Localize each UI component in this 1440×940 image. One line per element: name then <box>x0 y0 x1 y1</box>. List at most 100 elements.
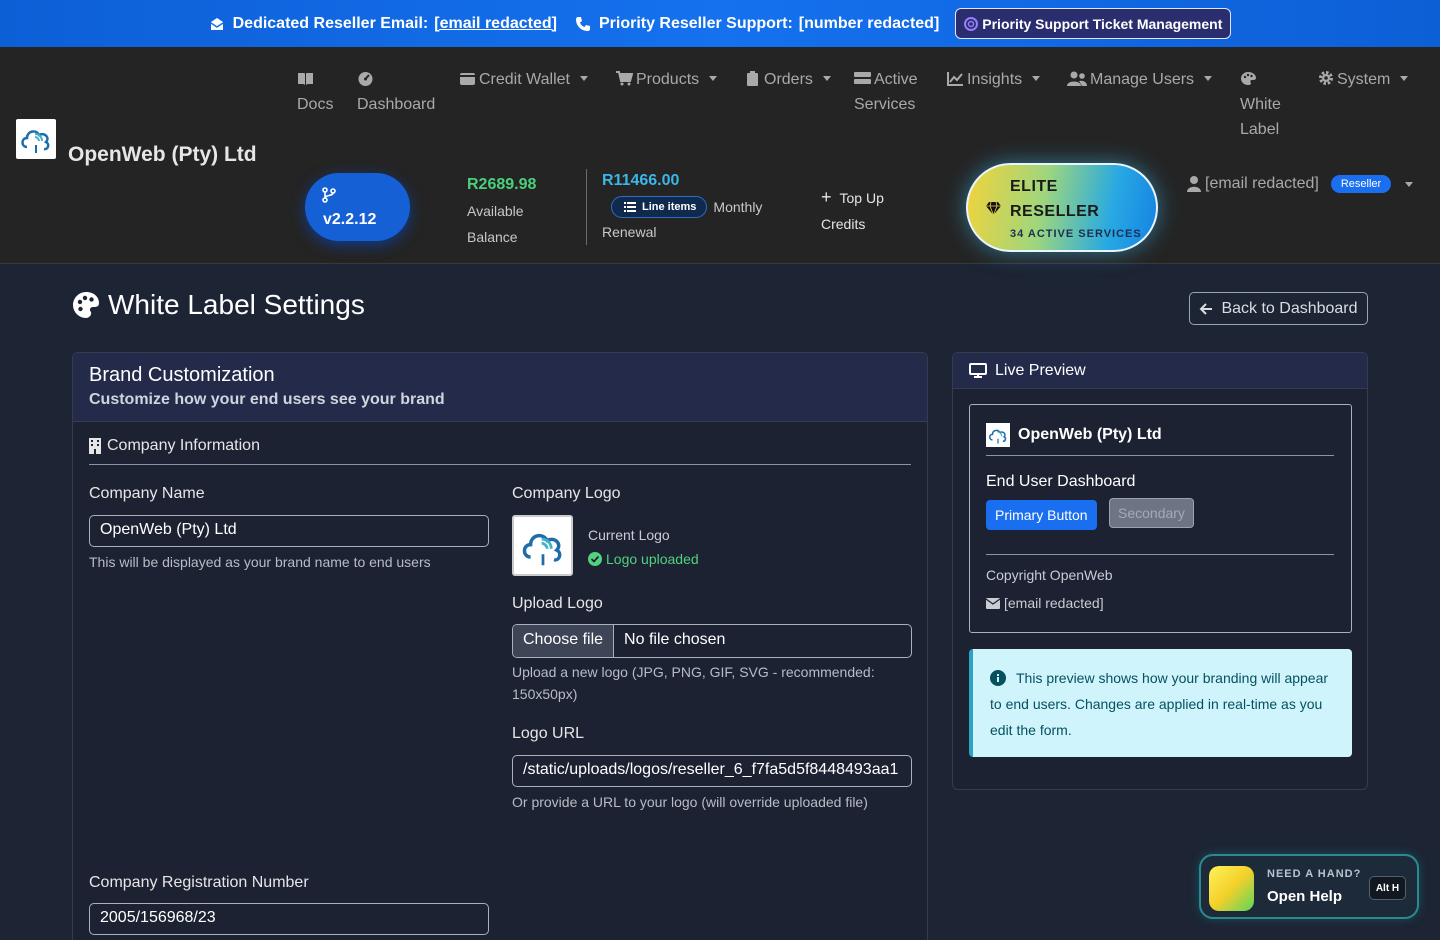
nav-active-services[interactable]: Active Services <box>854 67 918 117</box>
logo-url-input[interactable]: /static/uploads/logos/reseller_6_f7fa5d5… <box>512 755 912 787</box>
preview-divider <box>986 455 1334 456</box>
user-email: [email redacted] <box>1205 175 1319 192</box>
nav-dashboard[interactable]: Dashboard <box>357 67 435 117</box>
nav-orders[interactable]: Orders <box>744 67 831 92</box>
nav-orders-label: Orders <box>764 71 813 88</box>
main-navbar: OpenWeb (Pty) Ltd Docs Dashboard Credit … <box>0 47 1440 264</box>
section-divider <box>89 464 911 465</box>
nav-active-services-label-1: Active <box>874 71 918 88</box>
renewal-monthly: Monthly <box>713 199 763 215</box>
renewal-amount: R11466.00 <box>602 172 680 189</box>
preview-brand-name: OpenWeb (Pty) Ltd <box>1018 426 1162 443</box>
card-header: Brand Customization Customize how your e… <box>73 353 927 422</box>
book-icon <box>298 73 313 85</box>
preview-logo <box>986 423 1010 447</box>
list-icon <box>624 202 636 212</box>
phone-label: Priority Reseller Support: <box>598 14 793 32</box>
nav-products[interactable]: Products <box>616 67 718 92</box>
cloud-logo-icon <box>21 130 50 153</box>
version-pill[interactable]: v2.2.12 <box>305 173 410 241</box>
plus-icon: + <box>821 187 832 207</box>
balance-label-2: Balance <box>467 229 518 245</box>
brand-name: OpenWeb (Pty) Ltd <box>68 143 257 166</box>
phone-value: [number redacted] <box>798 14 940 32</box>
reseller-badge: Reseller <box>1330 175 1392 193</box>
line-items-label: Line items <box>642 201 697 213</box>
upload-help-line-2: 150x50px) <box>512 686 578 702</box>
email-link[interactable]: [email redacted] <box>434 15 557 33</box>
gem-icon <box>986 202 1001 215</box>
preview-info-alert: This preview shows how your branding wil… <box>969 649 1352 757</box>
divider <box>586 169 587 245</box>
preview-primary-button[interactable]: Primary Button <box>986 500 1097 530</box>
registration-number-label: Company Registration Number <box>89 874 309 891</box>
open-help-widget[interactable]: NEED A HAND? Open Help Alt H <box>1199 854 1419 919</box>
users-icon <box>1067 71 1087 86</box>
chevron-down-icon <box>579 76 588 81</box>
preview-email-text: [email redacted] <box>1004 595 1104 611</box>
palette-icon <box>1241 72 1256 85</box>
top-up-credits-button[interactable]: + Top Up Credits <box>821 184 884 237</box>
choose-file-button[interactable]: Choose file <box>513 625 615 657</box>
nav-white-label[interactable]: White Label <box>1240 67 1281 142</box>
cart-icon <box>616 71 633 86</box>
code-branch-icon <box>322 187 336 203</box>
chevron-down-icon <box>1405 181 1414 187</box>
gauge-icon <box>358 72 373 86</box>
upload-logo-input[interactable]: Choose file No file chosen <box>512 624 912 658</box>
nav-insights-label: Insights <box>967 71 1023 88</box>
logo-status-text: Logo uploaded <box>606 551 699 567</box>
topup-label-1: Top Up <box>839 190 884 206</box>
elite-line-1: ELITE <box>1010 178 1058 195</box>
page-title: White Label Settings <box>72 289 365 321</box>
current-logo-text: Current Logo <box>588 527 670 543</box>
chevron-down-icon <box>1032 76 1041 81</box>
user-menu[interactable]: [email redacted] Reseller <box>1187 175 1414 193</box>
registration-number-input[interactable]: 2005/156968/23 <box>89 903 489 935</box>
line-items-button[interactable]: Line items <box>611 196 708 218</box>
brand-customization-card: Brand Customization Customize how your e… <box>72 352 928 940</box>
cloud-logo-icon <box>988 429 1007 444</box>
nav-docs-label: Docs <box>297 96 334 113</box>
nav-insights[interactable]: Insights <box>947 67 1041 92</box>
nav-credit-wallet[interactable]: Credit Wallet <box>459 67 588 92</box>
preview-card-title: Live Preview <box>995 361 1086 379</box>
desktop-icon <box>969 363 987 378</box>
card-subtitle: Customize how your end users see your br… <box>89 391 445 408</box>
preview-secondary-button[interactable]: Secondary <box>1109 498 1194 528</box>
upload-logo-label: Upload Logo <box>512 595 603 612</box>
preview-frame: OpenWeb (Pty) Ltd End User Dashboard Pri… <box>969 404 1352 633</box>
back-to-dashboard-button[interactable]: Back to Dashboard <box>1189 292 1368 325</box>
nav-docs[interactable]: Docs <box>297 67 333 117</box>
upload-help: Upload a new logo (JPG, PNG, GIF, SVG - … <box>512 661 875 705</box>
preview-info-text: This preview shows how your branding wil… <box>990 670 1329 738</box>
company-name-help: This will be displayed as your brand nam… <box>89 554 431 570</box>
current-logo-image <box>512 515 573 576</box>
nav-system[interactable]: System <box>1318 67 1409 92</box>
chevron-down-icon <box>709 76 718 81</box>
current-logo-info: Current Logo Logo uploaded <box>588 523 699 571</box>
company-name-input[interactable]: OpenWeb (Pty) Ltd <box>89 515 489 547</box>
user-icon <box>1187 176 1201 192</box>
priority-ticket-button[interactable]: Priority Support Ticket Management <box>955 8 1232 39</box>
chart-line-icon <box>947 72 963 86</box>
arrow-left-icon <box>1200 302 1213 315</box>
phone-icon <box>575 16 590 31</box>
help-shortcut-key: Alt H <box>1369 876 1406 900</box>
nav-manage-users[interactable]: Manage Users <box>1067 67 1213 92</box>
server-icon <box>854 72 871 84</box>
upload-help-line-1: Upload a new logo (JPG, PNG, GIF, SVG - … <box>512 664 875 680</box>
support-icon <box>964 16 979 31</box>
nav-system-label: System <box>1337 71 1391 88</box>
cloud-logo-icon <box>522 533 561 565</box>
logo-url-label: Logo URL <box>512 725 585 742</box>
elite-reseller-badge[interactable]: ELITE RESELLER 34 ACTIVE SERVICES <box>966 163 1158 252</box>
balance-label-1: Available <box>467 203 524 219</box>
card-title: Brand Customization <box>89 364 275 386</box>
brand[interactable]: OpenWeb (Pty) Ltd <box>16 119 257 166</box>
nav-active-services-label-2: Services <box>854 96 916 113</box>
nav-products-label: Products <box>636 71 700 88</box>
palette-icon <box>73 292 99 318</box>
available-balance[interactable]: R2689.98 Available Balance <box>467 171 536 250</box>
reseller-email: Dedicated Reseller Email: [email redacte… <box>209 15 557 33</box>
